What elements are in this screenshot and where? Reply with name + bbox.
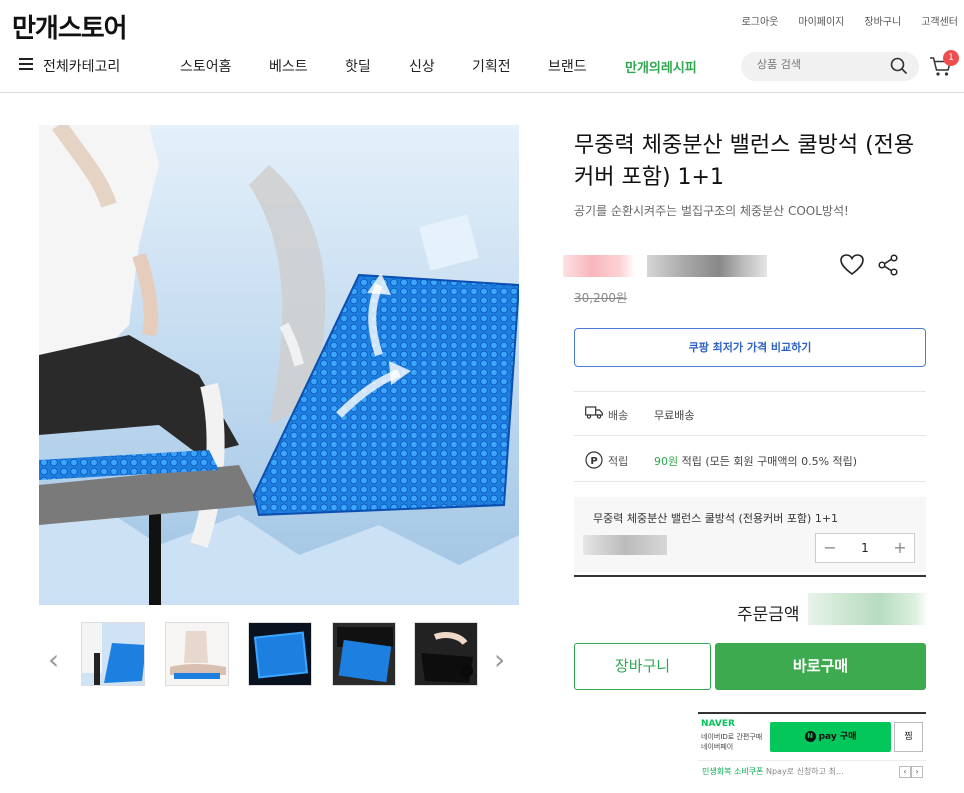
nav-recipe[interactable]: 만개의레시피 xyxy=(625,57,697,76)
thumbnail-5[interactable] xyxy=(414,622,478,686)
naver-n-icon: N xyxy=(804,731,816,742)
points-detail: 적립 (모든 회원 구매액의 0.5% 적립) xyxy=(678,455,858,468)
cart-link[interactable]: 장바구니 xyxy=(864,13,901,28)
buy-now-button[interactable]: 바로구매 xyxy=(715,643,926,690)
points-value: 90원 적립 (모든 회원 구매액의 0.5% 적립) xyxy=(654,453,857,469)
npay-promo-body: Npay로 신청하고 최… xyxy=(763,767,844,776)
product-title: 무중력 체중분산 밸런스 쿨방석 (전용커버 포함) 1+1 xyxy=(574,133,915,190)
points-amount: 90원 xyxy=(654,455,679,468)
nav-hotdeal[interactable]: 핫딜 xyxy=(345,56,371,76)
option-price-blurred xyxy=(583,535,667,555)
search-icon[interactable] xyxy=(890,57,908,75)
nav-brand[interactable]: 브랜드 xyxy=(548,56,587,76)
naver-brand: NAVER xyxy=(701,719,735,729)
quantity-decrease-button[interactable]: − xyxy=(820,538,840,557)
search-input[interactable] xyxy=(757,58,887,71)
svg-text:P: P xyxy=(590,456,597,467)
shipping-value: 무료배송 xyxy=(654,409,695,422)
divider xyxy=(574,481,926,482)
logout-link[interactable]: 로그아웃 xyxy=(742,13,779,28)
npay-divider xyxy=(698,712,926,714)
thumbnail-4[interactable] xyxy=(332,622,396,686)
quantity-stepper: − 1 + xyxy=(815,533,915,563)
price-compare-button[interactable]: 쿠팡 최저가 가격 비교하기 xyxy=(574,328,926,367)
nav-store-home[interactable]: 스토어홈 xyxy=(180,56,232,76)
npay-promo-highlight: 민생회복 소비쿠폰 xyxy=(702,767,764,776)
npay-desc-line2: 네이버페이 xyxy=(701,743,734,751)
share-icon[interactable] xyxy=(877,254,899,276)
all-categories-button[interactable]: 전체카테고리 xyxy=(43,56,120,76)
shipping-label: 배송 xyxy=(608,409,629,422)
order-total-blurred xyxy=(808,593,928,625)
heart-icon[interactable] xyxy=(840,254,864,276)
points-label: 적립 xyxy=(608,455,629,468)
sale-price-blurred xyxy=(647,255,767,277)
thumbnail-2[interactable] xyxy=(165,622,229,686)
product-subtitle: 공기를 순환시켜주는 벌집구조의 체중분산 COOL방석! xyxy=(574,204,849,218)
header-divider xyxy=(0,92,964,93)
global-nav: 전체카테고리 스토어홈 베스트 핫딜 신상 기획전 브랜드 만개의레시피 1 xyxy=(0,50,964,82)
quantity-increase-button[interactable]: + xyxy=(890,538,910,557)
point-icon: P xyxy=(585,451,603,469)
discount-rate-blurred xyxy=(563,255,635,277)
menu-icon[interactable] xyxy=(19,58,33,70)
divider xyxy=(574,391,926,392)
utility-links: 로그아웃 마이페이지 장바구니 고객센터 xyxy=(742,13,958,28)
order-total-label: 주문금액 xyxy=(737,605,800,625)
thumbnail-3[interactable] xyxy=(248,622,312,686)
store-logo[interactable]: 만개스토어 xyxy=(12,8,128,45)
customer-center-link[interactable]: 고객센터 xyxy=(921,13,958,28)
quantity-value[interactable]: 1 xyxy=(850,541,880,555)
product-main-image[interactable] xyxy=(39,125,519,605)
mypage-link[interactable]: 마이페이지 xyxy=(798,13,844,28)
nav-exhibition[interactable]: 기획전 xyxy=(472,56,511,76)
thumbnail-1[interactable] xyxy=(81,622,145,686)
npay-divider xyxy=(698,760,926,761)
search-box xyxy=(741,52,919,81)
npay-promo-text[interactable]: 민생회복 소비쿠폰 Npay로 신청하고 최… xyxy=(702,766,844,777)
npay-desc-line1: 네이버ID로 간편구매 xyxy=(701,733,763,741)
divider xyxy=(574,435,926,436)
truck-icon xyxy=(585,406,603,419)
npay-description: 네이버ID로 간편구매 네이버페이 xyxy=(701,732,762,752)
nav-best[interactable]: 베스트 xyxy=(269,56,308,76)
thumbnail-prev-arrow[interactable]: ‹ xyxy=(48,643,59,676)
original-price: 30,200원 xyxy=(574,291,628,305)
add-to-cart-button[interactable]: 장바구니 xyxy=(574,643,711,690)
nav-new[interactable]: 신상 xyxy=(409,56,435,76)
npay-promo-next[interactable]: › xyxy=(911,766,923,778)
npay-wishlist-button[interactable]: 찜 xyxy=(894,722,923,752)
order-divider xyxy=(574,575,926,577)
thumbnail-next-arrow[interactable]: › xyxy=(494,643,505,676)
npay-buy-button[interactable]: Npay 구매 xyxy=(770,722,891,752)
npay-buy-label: pay 구매 xyxy=(818,732,857,742)
selected-option-name: 무중력 체중분산 밸런스 쿨방석 (전용커버 포함) 1+1 xyxy=(593,512,839,525)
npay-promo-prev[interactable]: ‹ xyxy=(899,766,911,778)
cart-count-badge: 1 xyxy=(943,50,959,66)
